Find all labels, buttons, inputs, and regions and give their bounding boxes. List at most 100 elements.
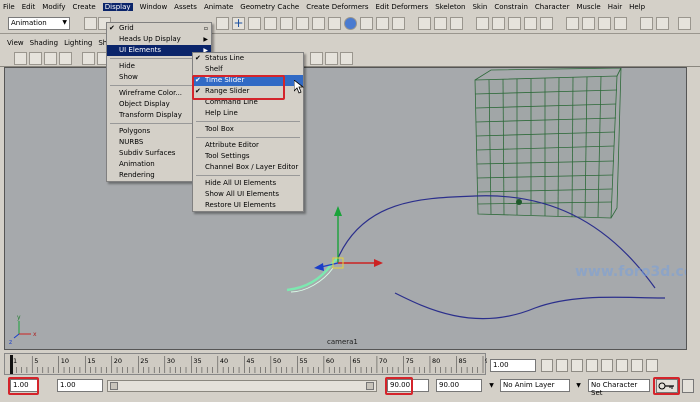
ui-elements-item-restore-ui-elements[interactable]: Restore UI Elements [193, 200, 303, 211]
hypershade-icon[interactable] [392, 17, 405, 30]
step-back-key-icon[interactable] [571, 359, 583, 372]
menu-item-label: Shelf [205, 65, 223, 73]
snap-curve-icon[interactable] [264, 17, 277, 30]
frame-tick-label: 65 [352, 357, 360, 365]
menu-edit-deformers[interactable]: Edit Deformers [376, 3, 429, 11]
step-forward-key-icon[interactable] [616, 359, 628, 372]
select-hierarchy-icon[interactable] [418, 17, 431, 30]
menu-assets[interactable]: Assets [174, 3, 197, 11]
toolbar-icon[interactable] [216, 17, 229, 30]
play-backward-icon[interactable] [586, 359, 598, 372]
menu-constrain[interactable]: Constrain [494, 3, 528, 11]
display-menu-item-heads-up-display[interactable]: Heads Up Display ▶ [107, 34, 211, 45]
annotation-highlight-box [8, 377, 39, 395]
mask-icon[interactable] [566, 17, 579, 30]
ui-elements-item-status-line[interactable]: ✔ Status Line [193, 53, 303, 64]
new-scene-icon[interactable] [84, 17, 97, 30]
live-surface-icon[interactable] [312, 17, 325, 30]
chevron-down-icon[interactable]: ▼ [486, 380, 497, 392]
mask-icon[interactable] [598, 17, 611, 30]
menu-animate[interactable]: Animate [204, 3, 233, 11]
step-forward-icon[interactable] [631, 359, 643, 372]
end-time-field[interactable]: 90.00 [436, 379, 482, 392]
snap-view-icon[interactable] [296, 17, 309, 30]
ui-elements-item-tool-settings[interactable]: Tool Settings [193, 151, 303, 162]
menu-display[interactable]: Display [102, 3, 133, 11]
mode-dropdown[interactable]: Animation ▼ [8, 17, 70, 30]
ui-elements-item-help-line[interactable]: Help Line [193, 108, 303, 119]
mask-icon[interactable] [508, 17, 521, 30]
range-slider[interactable] [107, 380, 377, 392]
panel-menu-view[interactable]: View [7, 39, 24, 47]
current-time-marker[interactable] [10, 355, 13, 374]
bookmark-icon[interactable] [44, 52, 57, 65]
range-slider-start-handle[interactable] [110, 382, 118, 390]
menu-skin[interactable]: Skin [472, 3, 487, 11]
snap-point-icon[interactable] [280, 17, 293, 30]
menu-skeleton[interactable]: Skeleton [435, 3, 465, 11]
mask-icon[interactable] [656, 17, 669, 30]
mask-icon[interactable] [476, 17, 489, 30]
mask-icon[interactable] [640, 17, 653, 30]
image-plane-icon[interactable] [59, 52, 72, 65]
go-to-start-icon[interactable] [541, 359, 553, 372]
time-slider[interactable]: 151015202530354045505560657075808590 [4, 353, 493, 375]
option-box-icon[interactable]: ▫ [204, 23, 208, 34]
range-slider-end-handle[interactable] [366, 382, 374, 390]
mask-icon[interactable] [540, 17, 553, 30]
camera-select-icon[interactable] [14, 52, 27, 65]
snap-icon[interactable] [248, 17, 261, 30]
select-object-icon[interactable] [434, 17, 447, 30]
menu-create-deformers[interactable]: Create Deformers [306, 3, 368, 11]
move-manipulator [314, 206, 383, 271]
ui-elements-item-shelf[interactable]: Shelf [193, 64, 303, 75]
menu-modify[interactable]: Modify [42, 3, 65, 11]
chevron-down-icon[interactable]: ▼ [573, 380, 584, 392]
playback-start-field[interactable]: 1.00 [57, 379, 103, 392]
ui-elements-item-tool-box[interactable]: Tool Box [193, 124, 303, 135]
panel-menu-lighting[interactable]: Lighting [64, 39, 92, 47]
menu-file[interactable]: File [3, 3, 15, 11]
smooth-shade-icon[interactable] [325, 52, 338, 65]
grid-icon[interactable] [82, 52, 95, 65]
menu-item-label: Tool Box [205, 125, 234, 133]
mask-icon[interactable] [492, 17, 505, 30]
ui-elements-item-hide-all-ui-elements[interactable]: Hide All UI Elements [193, 178, 303, 189]
plus-icon[interactable]: + [232, 17, 245, 30]
menu-item-label: Tool Settings [205, 152, 250, 160]
camera-attributes-icon[interactable] [29, 52, 42, 65]
menu-character[interactable]: Character [535, 3, 570, 11]
menu-window[interactable]: Window [140, 3, 168, 11]
menu-muscle[interactable]: Muscle [576, 3, 600, 11]
mask-icon[interactable] [614, 17, 627, 30]
panel-menu-shading[interactable]: Shading [30, 39, 58, 47]
mask-icon[interactable] [678, 17, 691, 30]
wireframe-icon[interactable] [310, 52, 323, 65]
go-to-end-icon[interactable] [646, 359, 658, 372]
history-icon[interactable] [328, 17, 341, 30]
select-component-icon[interactable] [450, 17, 463, 30]
menu-geometry-cache[interactable]: Geometry Cache [240, 3, 299, 11]
ui-elements-item-attribute-editor[interactable]: Attribute Editor [193, 140, 303, 151]
display-menu-item-grid[interactable]: ✔ Grid ▫ [107, 23, 211, 34]
textured-icon[interactable] [340, 52, 353, 65]
character-set-dropdown[interactable]: No Character Set [588, 379, 650, 397]
current-frame-field[interactable]: 1.00 [490, 359, 536, 372]
menu-create[interactable]: Create [72, 3, 95, 11]
menu-edit[interactable]: Edit [22, 3, 36, 11]
step-back-icon[interactable] [556, 359, 568, 372]
frame-tick-label: 85 [458, 357, 466, 365]
render-settings-icon[interactable] [376, 17, 389, 30]
preferences-icon[interactable] [682, 379, 694, 393]
anim-layer-dropdown[interactable]: No Anim Layer [500, 379, 570, 392]
ipr-icon[interactable] [360, 17, 373, 30]
mask-icon[interactable] [524, 17, 537, 30]
menu-hair[interactable]: Hair [608, 3, 622, 11]
mask-icon[interactable] [582, 17, 595, 30]
render-icon[interactable] [344, 17, 357, 30]
menu-help[interactable]: Help [629, 3, 645, 11]
frame-tick-label: 60 [326, 357, 334, 365]
ui-elements-item-channel-box-layer-editor[interactable]: Channel Box / Layer Editor [193, 162, 303, 173]
ui-elements-item-show-all-ui-elements[interactable]: Show All UI Elements [193, 189, 303, 200]
play-forward-icon[interactable] [601, 359, 613, 372]
